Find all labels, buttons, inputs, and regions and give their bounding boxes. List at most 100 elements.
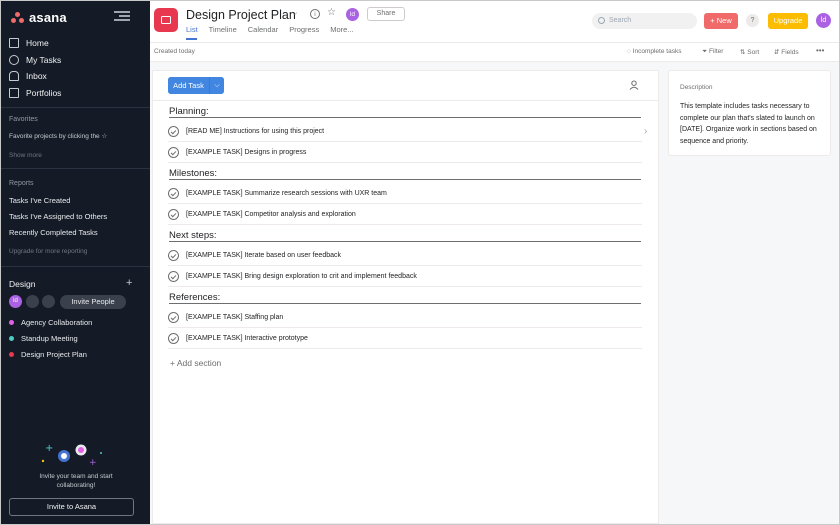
task-row[interactable]: [EXAMPLE TASK] Competitor analysis and e… [168,205,642,225]
collapse-sidebar-icon[interactable] [114,10,130,22]
tab-calendar[interactable]: Calendar [248,25,278,34]
complete-checkbox-icon[interactable] [168,188,179,199]
report-tasks-assigned[interactable]: Tasks I've Assigned to Others [9,212,107,221]
description-title: Description [680,84,713,91]
search-placeholder: Search [609,17,632,24]
task-row[interactable]: [EXAMPLE TASK] Iterate based on user fee… [168,246,642,266]
section-rule [169,117,641,118]
task-name[interactable]: [EXAMPLE TASK] Interactive prototype [186,335,308,342]
reports-heading: Reports [9,180,34,187]
chevron-down-icon[interactable]: ⌵ [210,77,224,94]
task-name[interactable]: [READ ME] Instructions for using this pr… [186,128,324,135]
task-name[interactable]: [EXAMPLE TASK] Summarize research sessio… [186,190,387,197]
tab-more[interactable]: More... [330,25,353,34]
show-more-link[interactable]: Show more [9,152,42,159]
tab-progress[interactable]: Progress [289,25,319,34]
check-circle-icon [9,54,19,65]
complete-checkbox-icon[interactable] [168,209,179,220]
chevron-right-icon[interactable]: › [644,126,647,137]
sort-label: Sort [747,49,760,56]
complete-checkbox-icon[interactable] [168,333,179,344]
project-member-avatar[interactable]: ld [346,8,359,21]
add-section-button[interactable]: + Add section [170,358,221,368]
new-button[interactable]: + New [704,13,738,29]
sidebar-project-agency-collaboration[interactable]: Agency Collaboration [9,318,92,327]
nav-portfolios[interactable]: Portfolios [9,85,61,102]
task-row[interactable]: [EXAMPLE TASK] Bring design exploration … [168,267,642,287]
share-button[interactable]: Share [367,7,405,21]
project-icon[interactable] [154,8,178,32]
task-name[interactable]: [EXAMPLE TASK] Bring design exploration … [186,273,417,280]
incomplete-tasks-label: Incomplete tasks [632,48,682,55]
complete-checkbox-icon[interactable] [168,271,179,282]
fields-button[interactable]: ⇵ Fields [774,48,799,56]
nav-home-label: Home [26,38,49,49]
assignee-icon[interactable] [629,80,639,90]
task-row[interactable]: [EXAMPLE TASK] Interactive prototype [168,329,642,349]
description-panel: Description This template includes tasks… [668,70,831,156]
sidebar: asana Home My Tasks Inbox Portfolios Fav… [1,1,150,524]
nav-my-tasks[interactable]: My Tasks [9,52,61,69]
complete-checkbox-icon[interactable] [168,147,179,158]
project-color-dot [9,336,14,341]
task-name[interactable]: [EXAMPLE TASK] Staffing plan [186,314,283,321]
fields-label: Fields [781,49,799,56]
report-tasks-created[interactable]: Tasks I've Created [9,196,70,205]
nav-home[interactable]: Home [9,35,61,52]
add-task-button[interactable]: Add Task ⌵ [168,77,224,94]
invite-to-asana-button[interactable]: Invite to Asana [9,498,134,516]
sort-button[interactable]: ⇅ Sort [740,48,759,56]
tab-list[interactable]: List [186,25,198,34]
filter-button[interactable]: ⏷ Filter [702,48,723,56]
task-name[interactable]: [EXAMPLE TASK] Competitor analysis and e… [186,211,356,218]
section-header-milestones[interactable]: Milestones: [169,168,217,179]
team-name[interactable]: Design [9,279,35,289]
brand-name: asana [29,10,67,25]
project-color-dot [9,320,14,325]
asana-logo[interactable]: asana [11,10,67,25]
sidebar-divider [1,107,150,108]
incomplete-tasks-filter[interactable]: ◌ Incomplete tasks [627,48,681,55]
info-icon[interactable]: i [310,9,320,19]
member-avatar[interactable]: ld [9,295,22,308]
share-label: Share [376,10,396,17]
task-row[interactable]: [EXAMPLE TASK] Summarize research sessio… [168,184,642,204]
sidebar-project-standup-meeting[interactable]: Standup Meeting [9,334,78,343]
complete-checkbox-icon[interactable] [168,126,179,137]
invite-illustration: + + [41,443,102,467]
more-options-icon[interactable]: ••• [816,46,824,55]
sidebar-project-design-project-plan[interactable]: Design Project Plan [9,350,87,359]
complete-checkbox-icon[interactable] [168,312,179,323]
task-row[interactable]: [EXAMPLE TASK] Designs in progress [168,143,642,163]
task-name[interactable]: [EXAMPLE TASK] Iterate based on user fee… [186,252,341,259]
help-button[interactable]: ? [746,14,759,27]
section-header-next-steps[interactable]: Next steps: [169,230,217,241]
tab-timeline[interactable]: Timeline [209,25,237,34]
task-row[interactable]: [EXAMPLE TASK] Staffing plan [168,308,642,328]
task-row[interactable]: [READ ME] Instructions for using this pr… [168,122,642,142]
project-tabs: List Timeline Calendar Progress More... [186,25,354,34]
bell-icon [9,71,19,82]
search-icon [598,17,605,24]
section-header-references[interactable]: References: [169,292,220,303]
upgrade-reporting-link[interactable]: Upgrade for more reporting [9,248,87,255]
sidebar-divider [1,266,150,267]
section-header-planning[interactable]: Planning: [169,106,209,117]
project-title[interactable]: Design Project Plan [186,8,296,22]
task-name[interactable]: [EXAMPLE TASK] Designs in progress [186,149,306,156]
report-recently-completed[interactable]: Recently Completed Tasks [9,228,98,237]
invite-people-button[interactable]: Invite People [60,295,126,309]
filter-label: Filter [709,48,724,55]
add-team-button[interactable]: + [126,277,132,289]
star-icon[interactable]: ☆ [327,7,336,18]
user-avatar[interactable]: ld [816,13,831,28]
project-menu-chevron-icon[interactable]: ⌵ [292,10,297,18]
section-rule [169,179,641,180]
nav-inbox[interactable]: Inbox [9,68,61,85]
search-input[interactable]: Search [592,13,697,29]
chart-icon [9,87,19,98]
description-text[interactable]: This template includes tasks necessary t… [680,101,826,147]
complete-checkbox-icon[interactable] [168,250,179,261]
project-color-dot [9,352,14,357]
upgrade-button[interactable]: Upgrade [768,13,808,29]
